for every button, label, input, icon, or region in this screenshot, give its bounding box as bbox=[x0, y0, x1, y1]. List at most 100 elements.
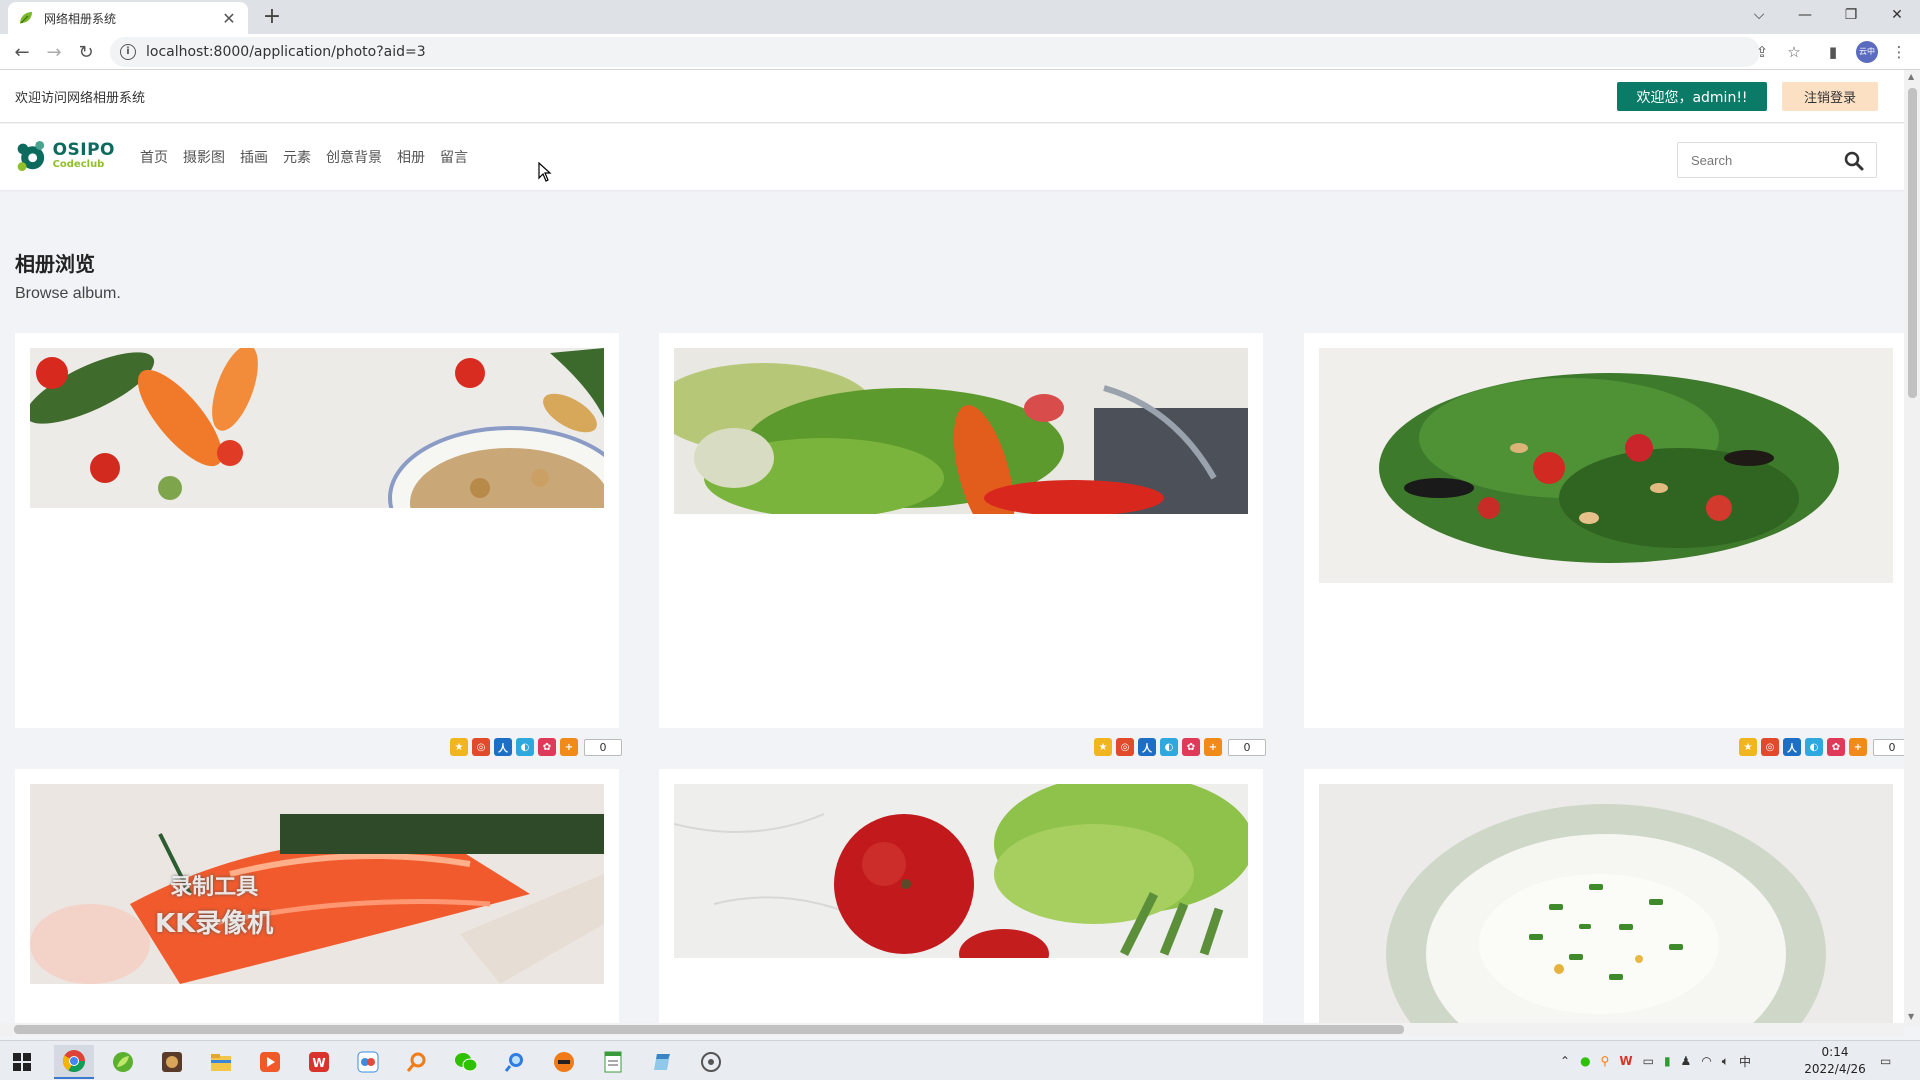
photo-card[interactable] bbox=[1304, 769, 1904, 1026]
back-icon[interactable]: ← bbox=[8, 38, 36, 66]
share-count: 0 bbox=[1228, 738, 1266, 756]
search-tool-taskbar-icon[interactable] bbox=[495, 1045, 535, 1079]
search-icon[interactable] bbox=[1844, 151, 1864, 171]
file-explorer-taskbar-icon[interactable] bbox=[201, 1045, 241, 1079]
address-bar[interactable]: i localhost:8000/application/photo?aid=3 bbox=[110, 37, 1760, 67]
photo-rice-bowl[interactable] bbox=[1319, 784, 1893, 1024]
reload-icon[interactable]: ↻ bbox=[72, 38, 100, 66]
chrome-taskbar-icon[interactable] bbox=[54, 1045, 94, 1079]
qzone-icon[interactable]: ★ bbox=[1739, 738, 1757, 756]
wechat-taskbar-icon[interactable] bbox=[446, 1045, 486, 1079]
new-tab-button[interactable]: + bbox=[258, 4, 286, 32]
settings-app-taskbar-icon[interactable] bbox=[691, 1045, 731, 1079]
more-share-icon[interactable]: + bbox=[1204, 738, 1222, 756]
baidu-netdisk-taskbar-icon[interactable] bbox=[348, 1045, 388, 1079]
renren-icon[interactable]: 人 bbox=[1783, 738, 1801, 756]
search-box bbox=[1677, 142, 1877, 178]
browser-menu-icon[interactable]: ⋮ bbox=[1889, 42, 1909, 62]
scroll-up-icon[interactable]: ▲ bbox=[1908, 72, 1914, 81]
user-welcome-button[interactable]: 欢迎您，admin!! bbox=[1617, 82, 1767, 111]
tray-wps-icon[interactable]: W bbox=[1619, 1054, 1632, 1068]
tray-device-icon[interactable]: ▭ bbox=[1643, 1054, 1654, 1068]
douban-icon[interactable]: ✿ bbox=[538, 738, 556, 756]
photo-card[interactable]: ★ ◎ 人 ◐ ✿ + 0 bbox=[1304, 333, 1904, 756]
logo-mark-icon bbox=[17, 140, 45, 172]
qzone-icon[interactable]: ★ bbox=[1094, 738, 1112, 756]
nav-item-album[interactable]: 相册 bbox=[397, 147, 425, 167]
photo-card[interactable] bbox=[659, 769, 1263, 1026]
renren-icon[interactable]: 人 bbox=[1138, 738, 1156, 756]
tray-battery-icon[interactable]: ▮ bbox=[1664, 1054, 1671, 1068]
recorder-app-taskbar-icon[interactable] bbox=[544, 1045, 584, 1079]
weibo-icon[interactable]: ◎ bbox=[1761, 738, 1779, 756]
nav-item-illustration[interactable]: 插画 bbox=[240, 147, 268, 167]
game-app-taskbar-icon[interactable] bbox=[152, 1045, 192, 1079]
photo-card[interactable]: ★ ◎ 人 ◐ ✿ + 0 bbox=[15, 333, 622, 756]
restore-button[interactable]: ❐ bbox=[1828, 0, 1874, 30]
tray-expand-icon[interactable]: ⌃ bbox=[1560, 1054, 1570, 1068]
tray-wifi-icon[interactable]: ◠ bbox=[1701, 1054, 1711, 1068]
more-share-icon[interactable]: + bbox=[1849, 738, 1867, 756]
scroll-down-icon[interactable]: ▼ bbox=[1908, 1012, 1914, 1021]
photo-tomato-lettuce[interactable] bbox=[674, 784, 1248, 958]
vertical-scroll-thumb[interactable] bbox=[1908, 88, 1917, 398]
vertical-scrollbar[interactable]: ▲ ▼ bbox=[1904, 70, 1920, 1026]
tqq-icon[interactable]: ◐ bbox=[516, 738, 534, 756]
main-nav: 首页 摄影图 插画 元素 创意背景 相册 留言 bbox=[140, 124, 483, 190]
photo-vegetables-grain-bowl[interactable] bbox=[30, 348, 604, 508]
photo-card[interactable]: 录制工具 KK录像机 bbox=[15, 769, 619, 1026]
tray-ime-indicator[interactable]: 中 bbox=[1739, 1053, 1751, 1070]
url-text[interactable]: localhost:8000/application/photo?aid=3 bbox=[146, 44, 426, 60]
photo-green-salad[interactable] bbox=[674, 348, 1248, 514]
tab-close-icon[interactable]: ✕ bbox=[220, 9, 238, 28]
weibo-icon[interactable]: ◎ bbox=[1116, 738, 1134, 756]
start-button[interactable] bbox=[2, 1045, 42, 1079]
notification-center-icon[interactable]: ▭ bbox=[1880, 1041, 1891, 1080]
wps-taskbar-icon[interactable]: W bbox=[299, 1045, 339, 1079]
nav-item-elements[interactable]: 元素 bbox=[283, 147, 311, 167]
tqq-icon[interactable]: ◐ bbox=[1160, 738, 1178, 756]
horizontal-scroll-thumb[interactable] bbox=[14, 1025, 1404, 1034]
tray-volume-icon[interactable]: 🔈︎ bbox=[1722, 1054, 1729, 1069]
site-info-icon[interactable]: i bbox=[120, 44, 136, 60]
forward-icon[interactable]: → bbox=[40, 38, 68, 66]
renren-icon[interactable]: 人 bbox=[494, 738, 512, 756]
logout-button[interactable]: 注销登录 bbox=[1782, 82, 1878, 111]
share-page-icon[interactable]: ⇪ bbox=[1752, 42, 1772, 62]
browser-tab[interactable]: 网络相册系统 ✕ bbox=[8, 2, 248, 34]
more-share-icon[interactable]: + bbox=[560, 738, 578, 756]
tray-search-icon[interactable]: ⚲ bbox=[1601, 1054, 1610, 1068]
close-window-button[interactable]: ✕ bbox=[1874, 0, 1920, 30]
share-bar: ★ ◎ 人 ◐ ✿ + 0 bbox=[1094, 738, 1266, 756]
douban-icon[interactable]: ✿ bbox=[1827, 738, 1845, 756]
profile-avatar[interactable]: 云中 bbox=[1856, 41, 1878, 63]
tray-qq-icon[interactable]: ♟ bbox=[1681, 1054, 1692, 1068]
bookmark-star-icon[interactable]: ☆ bbox=[1784, 42, 1804, 62]
nav-item-creative-background[interactable]: 创意背景 bbox=[326, 147, 382, 167]
media-app-taskbar-icon[interactable] bbox=[250, 1045, 290, 1079]
tab-search-icon[interactable]: ⌵ bbox=[1736, 0, 1782, 30]
leaf-app-taskbar-icon[interactable] bbox=[103, 1045, 143, 1079]
tray-wechat-icon[interactable]: ● bbox=[1580, 1054, 1590, 1068]
search-input[interactable] bbox=[1679, 144, 1834, 176]
photo-arugula-salad[interactable] bbox=[1319, 348, 1893, 583]
clock-date: 2022/4/26 bbox=[1804, 1062, 1866, 1076]
recorder-watermark: 录制工具 KK录像机 bbox=[155, 875, 274, 939]
nav-item-guestbook[interactable]: 留言 bbox=[440, 147, 468, 167]
side-panel-icon[interactable]: ▮ bbox=[1823, 42, 1843, 62]
weibo-icon[interactable]: ◎ bbox=[472, 738, 490, 756]
nav-item-photography[interactable]: 摄影图 bbox=[183, 147, 225, 167]
qzone-icon[interactable]: ★ bbox=[450, 738, 468, 756]
taskbar-clock[interactable]: 0:14 2022/4/26 bbox=[1795, 1044, 1875, 1078]
site-logo[interactable]: OSIPO Codeclub bbox=[15, 136, 115, 176]
horizontal-scrollbar[interactable] bbox=[0, 1023, 1904, 1036]
search-app-taskbar-icon[interactable] bbox=[397, 1045, 437, 1079]
editor-taskbar-icon[interactable] bbox=[642, 1045, 682, 1079]
douban-icon[interactable]: ✿ bbox=[1182, 738, 1200, 756]
photo-card[interactable]: ★ ◎ 人 ◐ ✿ + 0 bbox=[659, 333, 1266, 756]
minimize-button[interactable]: — bbox=[1782, 0, 1828, 30]
nav-item-home[interactable]: 首页 bbox=[140, 147, 168, 167]
notepad-taskbar-icon[interactable] bbox=[593, 1045, 633, 1079]
tqq-icon[interactable]: ◐ bbox=[1805, 738, 1823, 756]
photo-salmon[interactable] bbox=[30, 784, 604, 984]
